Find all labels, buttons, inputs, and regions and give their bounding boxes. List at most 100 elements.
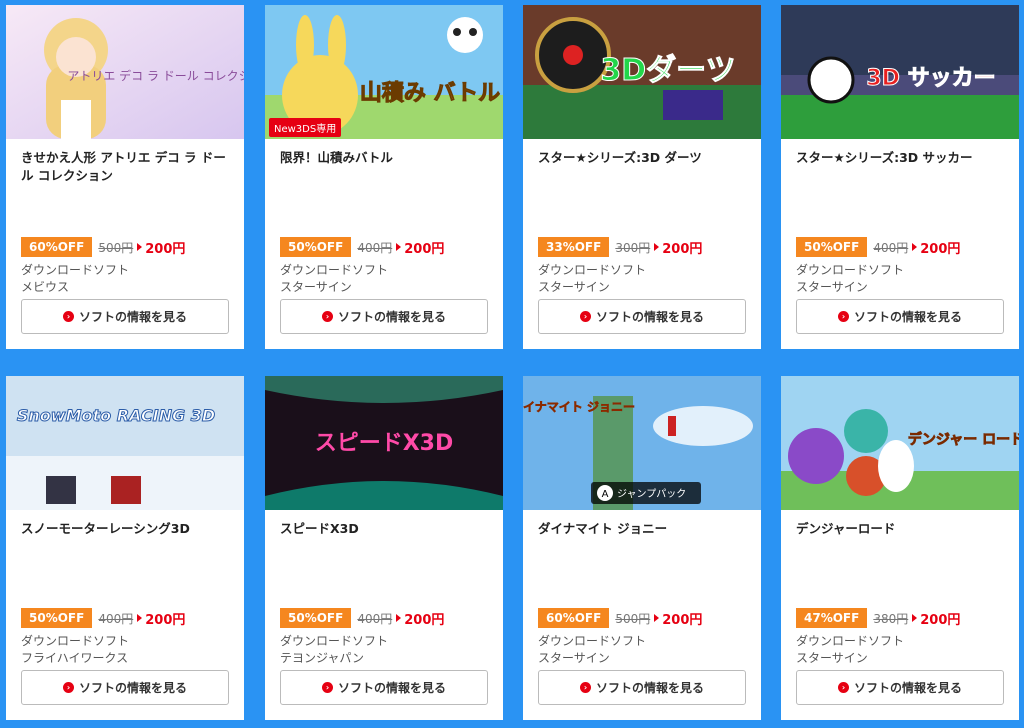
thumbnail-image[interactable]: スピードX3D [265, 376, 503, 510]
publisher-label: スターサイン [538, 651, 610, 665]
discount-badge: 50%OFF [280, 608, 352, 628]
product-title[interactable]: スノーモーターレーシング3D [21, 520, 231, 538]
original-price: 500円 [98, 240, 134, 255]
price-arrow-icon [137, 614, 143, 622]
view-info-label: ソフトの情報を見る [78, 681, 187, 695]
sale-price: 200円 [920, 241, 961, 257]
view-info-label: ソフトの情報を見る [595, 310, 704, 324]
product-card[interactable]: スピードX3D スピードX3D 50%OFF 400円 200円 ダウンロードソ… [265, 376, 503, 720]
product-title[interactable]: スター★シリーズ:3D ダーツ [538, 149, 748, 167]
product-card[interactable]: 3D サッカー スター★シリーズ:3D サッカー 50%OFF 400円 200… [781, 5, 1019, 349]
product-title[interactable]: デンジャーロード [796, 520, 1006, 538]
product-title[interactable]: 限界！山積みバトル [280, 149, 490, 167]
thumbnail-logo: 3D サッカー [866, 66, 995, 91]
category-label: ダウンロードソフト [21, 634, 130, 648]
product-card[interactable]: デンジャー ロード デンジャーロード 47%OFF 380円 200円 ダウンロ… [781, 376, 1019, 720]
view-info-label: ソフトの情報を見る [595, 681, 704, 695]
thumbnail-image[interactable]: 山積み バトル New3DS専用 [265, 5, 503, 139]
sale-price: 200円 [404, 612, 445, 628]
chevron-right-icon: › [579, 311, 591, 322]
original-price: 500円 [615, 611, 651, 626]
product-card[interactable]: 山積み バトル New3DS専用 限界！山積みバトル 50%OFF 400円 2… [265, 5, 503, 349]
sale-price: 200円 [404, 241, 445, 257]
category-label: ダウンロードソフト [538, 634, 647, 648]
price-row: 33%OFF 300円 200円 [538, 237, 702, 257]
thumbnail-logo: スピードX3D [315, 431, 454, 456]
price-row: 50%OFF 400円 200円 [280, 608, 444, 628]
discount-badge: 50%OFF [280, 237, 352, 257]
a-button-icon: A [602, 489, 609, 500]
original-price: 400円 [357, 240, 393, 255]
chevron-right-icon: › [579, 682, 591, 693]
original-price: 400円 [357, 611, 393, 626]
view-info-button[interactable]: › ソフトの情報を見る [538, 299, 746, 334]
publisher-label: メビウス [21, 280, 70, 294]
publisher-label: テヨンジャパン [280, 651, 365, 665]
chevron-right-icon: › [62, 311, 74, 322]
thumbnail-logo: 3Dダーツ [600, 53, 735, 88]
view-info-label: ソフトの情報を見る [78, 310, 187, 324]
original-price: 400円 [873, 240, 909, 255]
price-arrow-icon [912, 614, 918, 622]
chevron-right-icon: › [321, 682, 333, 693]
category-label: ダウンロードソフト [538, 263, 647, 277]
product-title[interactable]: スピードX3D [280, 520, 490, 538]
chevron-right-icon: › [837, 682, 849, 693]
product-card[interactable]: アトリエ デコ ラ ドール コレクション きせかえ人形 アトリエ デコ ラ ドー… [6, 5, 244, 349]
new3ds-badge: New3DS専用 [269, 118, 342, 137]
product-card[interactable]: SnowMoto RACING 3D スノーモーターレーシング3D 50%OFF… [6, 376, 244, 720]
thumbnail-logo: SnowMoto RACING 3D [17, 406, 215, 425]
category-label: ダウンロードソフト [796, 634, 905, 648]
discount-badge: 50%OFF [796, 237, 868, 257]
view-info-button[interactable]: › ソフトの情報を見る [21, 299, 229, 334]
publisher-label: スターサイン [538, 280, 610, 294]
thumbnail-logo: 山積み バトル [360, 81, 500, 106]
view-info-label: ソフトの情報を見る [337, 681, 446, 695]
publisher-label: スターサイン [796, 280, 868, 294]
discount-badge: 47%OFF [796, 608, 868, 628]
price-row: 47%OFF 380円 200円 [796, 608, 960, 628]
view-info-button[interactable]: › ソフトの情報を見る [280, 670, 488, 705]
discount-badge: 33%OFF [538, 237, 610, 257]
view-info-button[interactable]: › ソフトの情報を見る [538, 670, 746, 705]
chevron-right-icon: › [837, 311, 849, 322]
category-label: ダウンロードソフト [280, 634, 389, 648]
sale-price: 200円 [145, 612, 186, 628]
price-arrow-icon [396, 243, 402, 251]
price-arrow-icon [396, 614, 402, 622]
view-info-label: ソフトの情報を見る [853, 310, 962, 324]
view-info-button[interactable]: › ソフトの情報を見る [796, 299, 1004, 334]
product-title[interactable]: きせかえ人形 アトリエ デコ ラ ドール コレクション [21, 149, 231, 185]
view-info-button[interactable]: › ソフトの情報を見る [796, 670, 1004, 705]
thumbnail-image[interactable]: SnowMoto RACING 3D [6, 376, 244, 510]
product-card[interactable]: ダイナマイト ジョニー A ジャンプパック ダイナマイト ジョニー 60%OFF… [523, 376, 761, 720]
original-price: 400円 [98, 611, 134, 626]
product-card[interactable]: 3Dダーツ スター★シリーズ:3D ダーツ 33%OFF 300円 200円 ダ… [523, 5, 761, 349]
thumbnail-image[interactable]: 3Dダーツ [523, 5, 761, 139]
publisher-label: フライハイワークス [21, 651, 129, 665]
price-row: 50%OFF 400円 200円 [796, 237, 960, 257]
view-info-button[interactable]: › ソフトの情報を見る [21, 670, 229, 705]
thumbnail-logo: デンジャー ロード [908, 431, 1019, 448]
category-label: ダウンロードソフト [280, 263, 389, 277]
price-row: 50%OFF 400円 200円 [21, 608, 185, 628]
original-price: 300円 [615, 240, 651, 255]
sale-price: 200円 [920, 612, 961, 628]
thumbnail-hint: ジャンプパック [617, 488, 686, 500]
thumbnail-image[interactable]: 3D サッカー [781, 5, 1019, 139]
original-price: 380円 [873, 611, 909, 626]
price-arrow-icon [654, 614, 660, 622]
discount-badge: 60%OFF [538, 608, 610, 628]
product-title[interactable]: スター★シリーズ:3D サッカー [796, 149, 1006, 167]
view-info-button[interactable]: › ソフトの情報を見る [280, 299, 488, 334]
thumbnail-image[interactable]: アトリエ デコ ラ ドール コレクション [6, 5, 244, 139]
discount-badge: 60%OFF [21, 237, 93, 257]
view-info-label: ソフトの情報を見る [853, 681, 962, 695]
thumbnail-image[interactable]: ダイナマイト ジョニー A ジャンプパック [523, 376, 761, 510]
thumbnail-image[interactable]: デンジャー ロード [781, 376, 1019, 510]
chevron-right-icon: › [321, 311, 333, 322]
price-arrow-icon [912, 243, 918, 251]
product-title[interactable]: ダイナマイト ジョニー [538, 520, 748, 538]
price-row: 60%OFF 500円 200円 [538, 608, 702, 628]
publisher-label: スターサイン [796, 651, 868, 665]
